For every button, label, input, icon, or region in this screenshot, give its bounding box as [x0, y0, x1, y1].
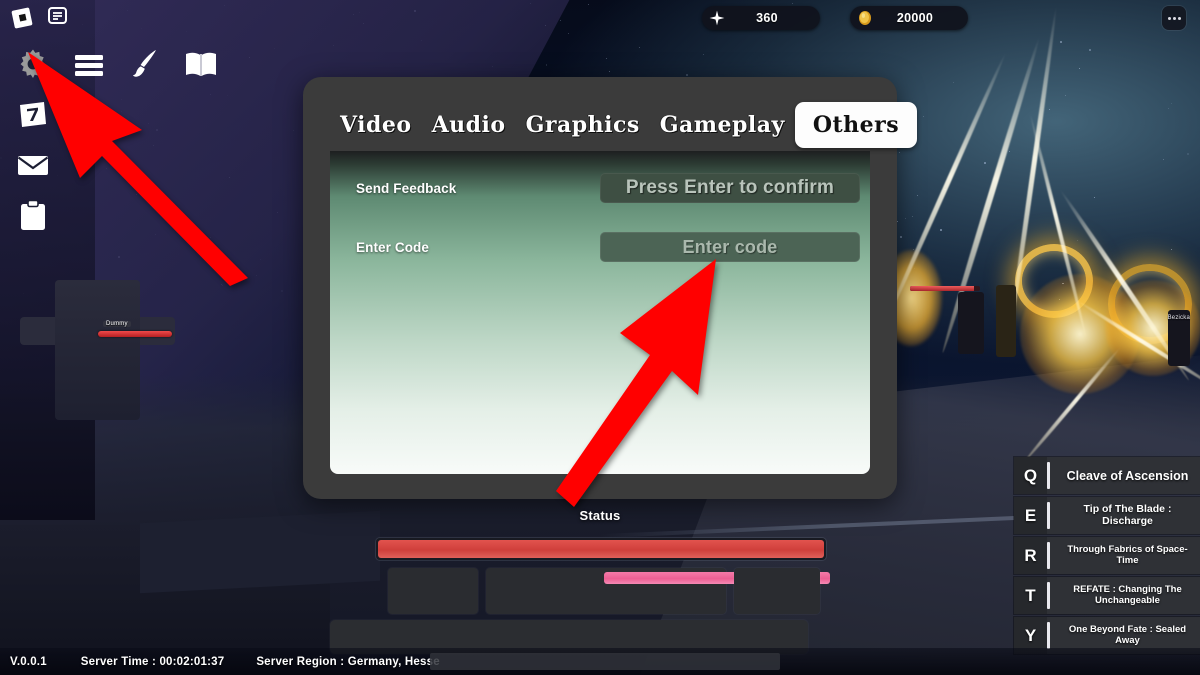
- hud-slot-row: [376, 568, 826, 614]
- footer-placeholder-bar: [430, 653, 780, 670]
- settings-modal: Video Audio Graphics Gameplay Others Sen…: [303, 77, 897, 499]
- gem-icon: [708, 10, 725, 27]
- ability-name-e: Tip of The Blade : Discharge: [1055, 497, 1200, 534]
- ability-e[interactable]: E Tip of The Blade : Discharge: [1014, 497, 1200, 534]
- sidebar-icon-stack: [12, 94, 222, 236]
- ability-name-t: REFATE : Changing The Unchangeable: [1055, 577, 1200, 614]
- dummy-name-label: Dummy: [103, 321, 131, 327]
- ability-name-q: Cleave of Ascension: [1055, 457, 1200, 494]
- tab-others[interactable]: Others: [795, 102, 917, 148]
- tab-video[interactable]: Video: [330, 108, 422, 142]
- quill-brush-icon[interactable]: [124, 44, 166, 86]
- gold-amount: 20000: [873, 11, 962, 25]
- ability-separator: [1047, 502, 1050, 529]
- hud-slot-center[interactable]: [486, 568, 726, 614]
- tab-audio[interactable]: Audio: [422, 108, 516, 142]
- ability-separator: [1047, 542, 1050, 569]
- sidebar-top-row: [12, 44, 222, 86]
- ability-key-t: T: [1014, 577, 1047, 614]
- game-screen: Dummy Bezicka 360 20000 Video Audio Grap…: [0, 0, 1200, 675]
- ability-list: Q Cleave of Ascension E Tip of The Blade…: [1014, 457, 1200, 657]
- gem-amount: 360: [725, 11, 814, 25]
- ability-key-r: R: [1014, 537, 1047, 574]
- setting-row-enter-code: Enter Code Enter code: [330, 230, 870, 264]
- ability-key-q: Q: [1014, 457, 1047, 494]
- mail-envelope-icon[interactable]: [12, 144, 54, 186]
- dummy-body: [55, 280, 140, 420]
- roblox-logo-icon[interactable]: [10, 4, 35, 29]
- coin-icon: [856, 10, 873, 27]
- left-block: [140, 511, 380, 594]
- gold-currency[interactable]: 20000: [850, 6, 968, 30]
- player-health-bar: [376, 538, 826, 560]
- more-options-icon[interactable]: [1162, 6, 1186, 30]
- setting-row-send-feedback: Send Feedback Press Enter to confirm: [330, 171, 870, 205]
- enter-code-placeholder: Enter code: [682, 237, 777, 258]
- settings-gear-icon[interactable]: [12, 44, 54, 86]
- book-icon[interactable]: [180, 44, 222, 86]
- version-label: V.0.0.1: [10, 656, 47, 668]
- server-region-label: Server Region : Germany, Hesse: [256, 656, 439, 668]
- dummy-nameplate: Dummy: [95, 312, 185, 337]
- ability-name-r: Through Fabrics of Space-Time: [1055, 537, 1200, 574]
- settings-panel-body: Send Feedback Press Enter to confirm Ent…: [330, 151, 870, 474]
- ability-separator: [1047, 582, 1050, 609]
- ability-t[interactable]: T REFATE : Changing The Unchangeable: [1014, 577, 1200, 614]
- player-health-fill: [378, 540, 824, 558]
- ability-r[interactable]: R Through Fabrics of Space-Time: [1014, 537, 1200, 574]
- server-time-label: Server Time : 00:02:01:37: [81, 656, 225, 668]
- roblox-topleft-bar: [10, 4, 70, 29]
- dummy-health-bar: [98, 331, 172, 337]
- send-feedback-placeholder: Press Enter to confirm: [626, 177, 834, 199]
- status-label: Status: [330, 508, 870, 523]
- left-sidebar: [12, 44, 222, 236]
- ability-separator: [1047, 622, 1050, 649]
- tab-gameplay[interactable]: Gameplay: [650, 108, 795, 142]
- calendar-icon[interactable]: [12, 94, 54, 136]
- settings-modal-inner: Video Audio Graphics Gameplay Others Sen…: [330, 99, 870, 474]
- clipboard-icon[interactable]: [12, 194, 54, 236]
- ability-key-e: E: [1014, 497, 1047, 534]
- send-feedback-label: Send Feedback: [330, 181, 600, 196]
- hud-slot-right[interactable]: [734, 568, 820, 614]
- ability-separator: [1047, 462, 1050, 489]
- enter-code-label: Enter Code: [330, 240, 600, 255]
- send-feedback-input[interactable]: Press Enter to confirm: [600, 173, 860, 203]
- ability-q[interactable]: Q Cleave of Ascension: [1014, 457, 1200, 494]
- menu-icon[interactable]: [68, 44, 110, 86]
- chat-icon[interactable]: [45, 4, 70, 29]
- settings-tab-bar: Video Audio Graphics Gameplay Others: [330, 99, 870, 151]
- footer-bar: V.0.0.1 Server Time : 00:02:01:37 Server…: [0, 648, 1200, 675]
- hud-slot-left[interactable]: [388, 568, 478, 614]
- gem-currency[interactable]: 360: [702, 6, 820, 30]
- player-hud: Status: [330, 508, 870, 523]
- enter-code-input[interactable]: Enter code: [600, 232, 860, 262]
- tab-graphics[interactable]: Graphics: [516, 108, 650, 142]
- top-bar: 360 20000: [0, 0, 1200, 36]
